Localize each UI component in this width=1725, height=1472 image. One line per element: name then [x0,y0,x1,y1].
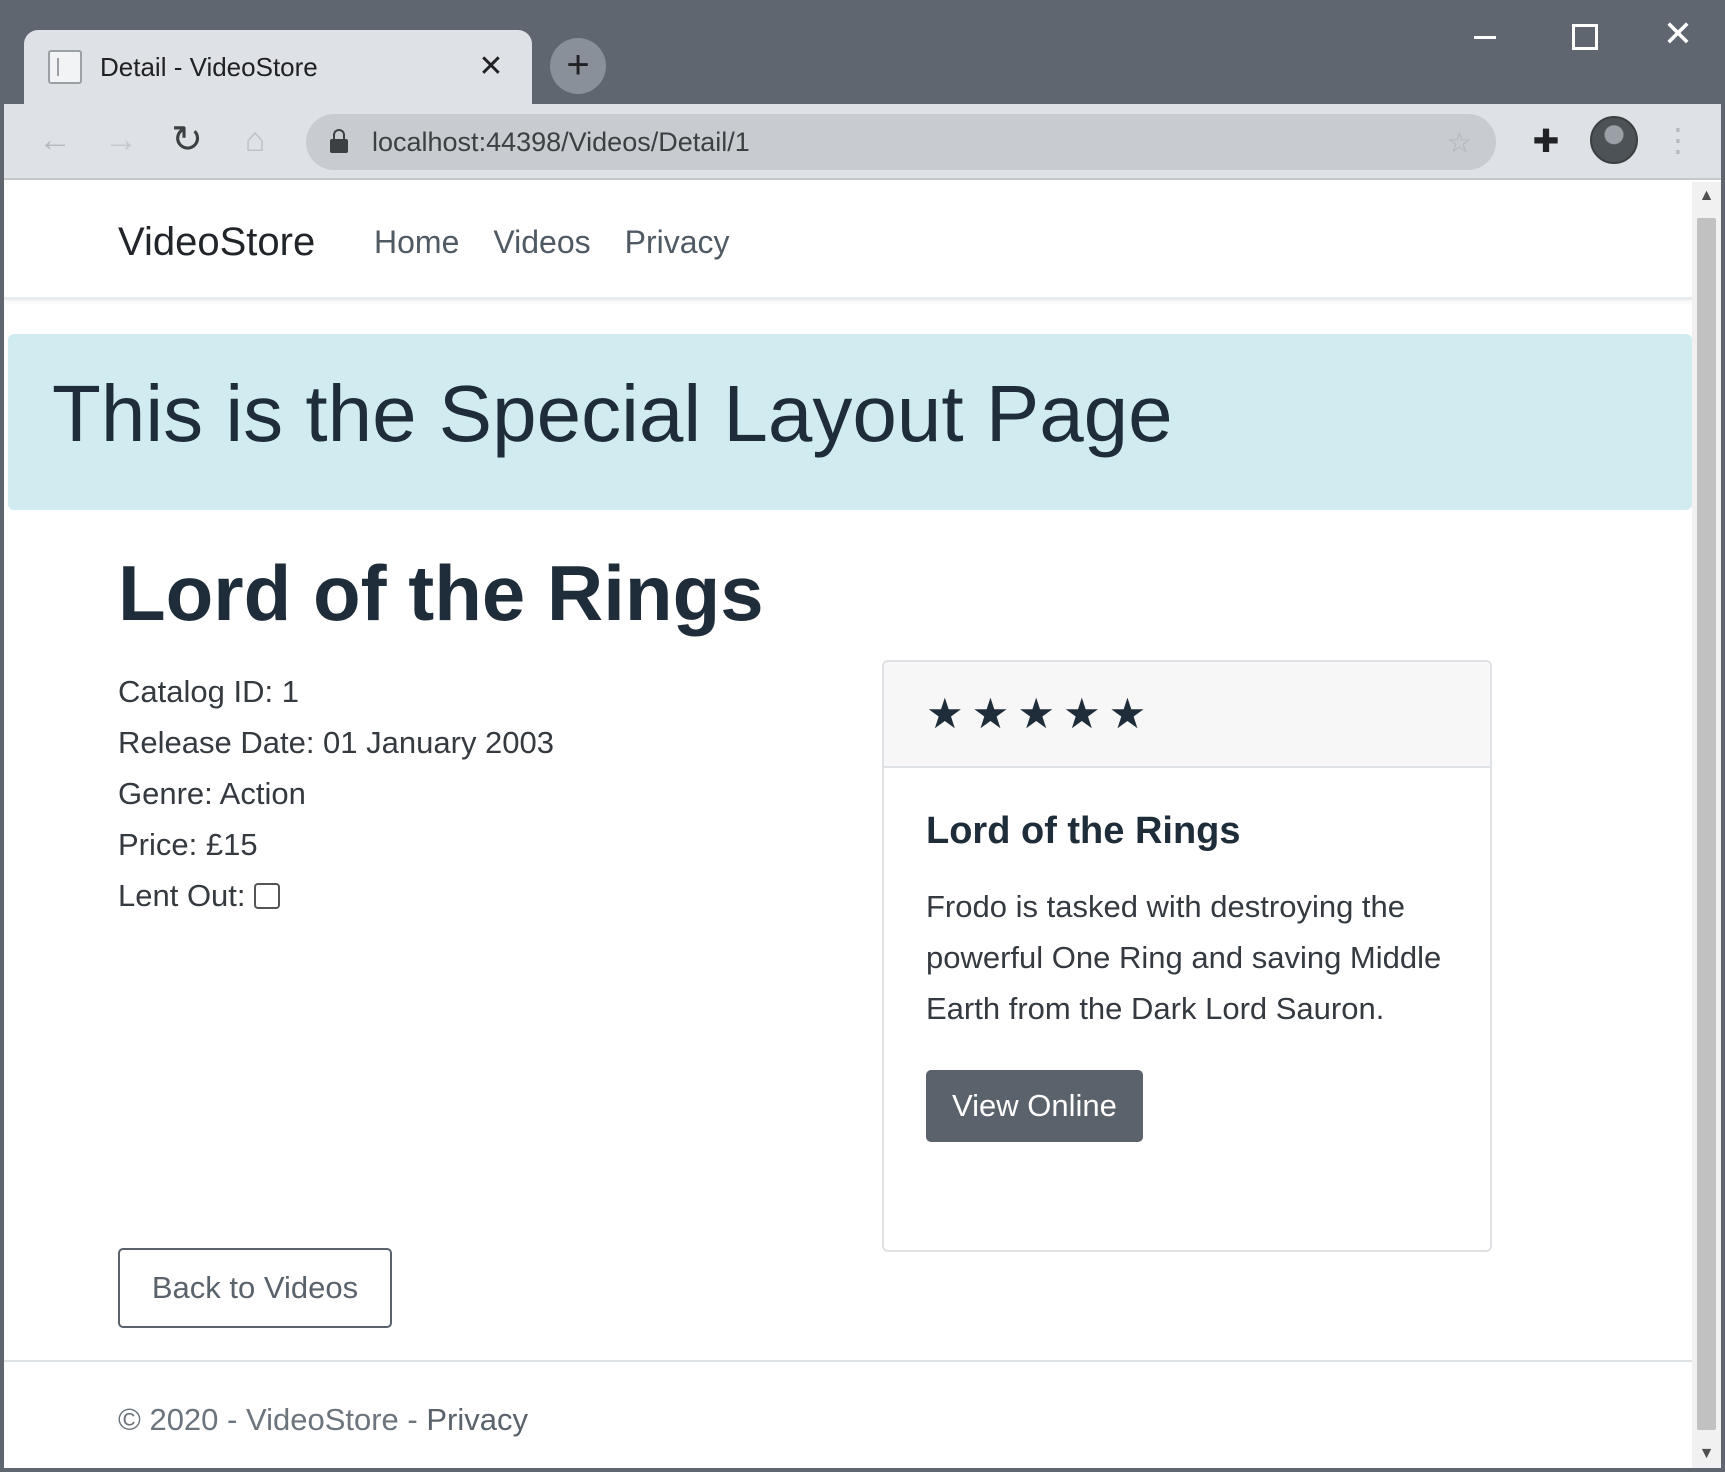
scroll-up-arrow-icon[interactable]: ▲ [1692,182,1721,210]
address-bar[interactable]: localhost:44398/Videos/Detail/1 ☆ [306,114,1496,170]
browser-menu-icon[interactable]: ⋮ [1662,118,1694,166]
extensions-puzzle-icon[interactable]: ✚ [1522,118,1570,166]
genre: Genre: Action [118,776,306,811]
browser-window: Detail - VideoStore ✕ + ✕ ← → ↻ ⌂ localh… [0,0,1725,1472]
scroll-thumb[interactable] [1697,218,1716,1430]
minimize-icon[interactable] [1452,14,1516,58]
page-viewport: VideoStore Home Videos Privacy This is t… [4,182,1692,1468]
card-body: Lord of the Rings Frodo is tasked with d… [884,768,1490,1142]
lock-icon[interactable] [330,129,348,153]
card-description: Frodo is tasked with destroying the powe… [926,889,1442,1026]
view-online-button[interactable]: View Online [926,1070,1143,1142]
back-to-videos-button[interactable]: Back to Videos [118,1248,392,1328]
special-layout-banner: This is the Special Layout Page [8,334,1692,510]
tab-close-icon[interactable]: ✕ [474,52,508,82]
title-bar: Detail - VideoStore ✕ + ✕ [4,0,1721,104]
card-rating-header: ★ ★ ★ ★ ★ [884,662,1490,768]
browser-tab[interactable]: Detail - VideoStore ✕ [24,30,532,104]
url-text[interactable]: localhost:44398/Videos/Detail/1 [372,127,1447,158]
scroll-down-arrow-icon[interactable]: ▼ [1692,1440,1721,1468]
rating-star-icon: ★ [926,690,964,737]
back-arrow-icon[interactable]: ← [30,116,80,166]
banner-title: This is the Special Layout Page [52,369,1173,458]
browser-toolbar: ← → ↻ ⌂ localhost:44398/Videos/Detail/1 … [4,104,1721,180]
home-icon[interactable]: ⌂ [230,116,280,166]
rating-star-icon: ★ [971,690,1010,737]
bookmark-star-icon[interactable]: ☆ [1447,126,1472,159]
nav-link-videos[interactable]: Videos [493,224,590,261]
reload-icon[interactable]: ↻ [162,116,212,166]
lent-out-label: Lent Out: [118,878,246,913]
catalog-id: Catalog ID: 1 [118,674,299,709]
page-scrollbar[interactable]: ▲ ▼ [1692,182,1721,1468]
release-date: Release Date: 01 January 2003 [118,725,555,760]
profile-avatar[interactable] [1590,116,1638,164]
rating-star-icon: ★ [1062,690,1101,737]
window-close-icon[interactable]: ✕ [1646,14,1710,58]
page-favicon-icon [48,50,82,84]
nav-link-home[interactable]: Home [374,224,459,261]
navbar-links: Home Videos Privacy [374,224,730,261]
forward-arrow-icon[interactable]: → [96,116,146,166]
footer-text: © 2020 - VideoStore - Privacy [118,1402,528,1438]
footer-copyright: © 2020 - VideoStore - [118,1402,427,1437]
site-footer: © 2020 - VideoStore - Privacy [4,1360,1692,1468]
footer-privacy-link[interactable]: Privacy [426,1402,528,1437]
page-title: Lord of the Rings [118,549,764,637]
video-details: Catalog ID: 1 Release Date: 01 January 2… [118,666,554,921]
tab-title: Detail - VideoStore [100,51,318,82]
navbar-brand[interactable]: VideoStore [118,220,315,265]
new-tab-button[interactable]: + [550,38,606,94]
price: Price: £15 [118,827,258,862]
site-navbar: VideoStore Home Videos Privacy [4,182,1692,300]
rating-star-icon: ★ [1017,690,1055,737]
maximize-icon[interactable] [1550,14,1614,58]
nav-link-privacy[interactable]: Privacy [625,224,730,261]
rating-star-icon: ★ [1108,690,1147,737]
card-title: Lord of the Rings [926,810,1241,852]
lent-out-checkbox[interactable] [253,882,280,909]
video-card: ★ ★ ★ ★ ★ Lord of the Rings Frodo is tas… [882,660,1492,1252]
lent-out-row: Lent Out: [118,870,554,921]
